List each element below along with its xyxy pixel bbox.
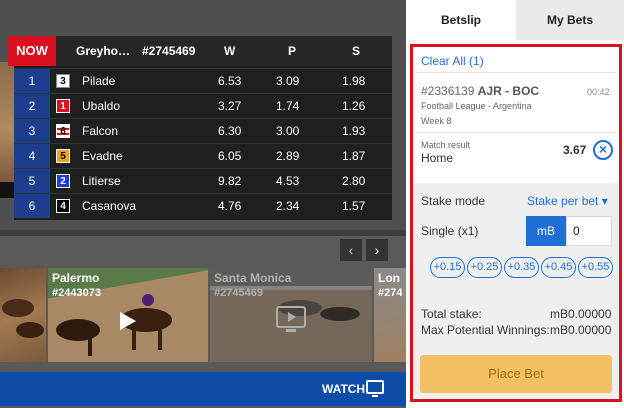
betslip-tabs: Betslip My Bets bbox=[406, 0, 624, 40]
col-win-header: W bbox=[224, 44, 236, 58]
now-badge: NOW bbox=[8, 36, 56, 66]
betslip-panel: Betslip My Bets Clear All (1) #2336139 A… bbox=[406, 0, 624, 408]
show-odds[interactable]: 1.57 bbox=[342, 199, 365, 213]
horse-race-thumbnail bbox=[2, 299, 44, 338]
stream-id: #2745469 bbox=[214, 287, 263, 299]
place-odds[interactable]: 2.34 bbox=[276, 199, 299, 213]
runner-name: Pilade bbox=[82, 74, 116, 88]
section-divider bbox=[0, 230, 406, 236]
show-odds[interactable]: 1.98 bbox=[342, 74, 365, 88]
highlight-frame bbox=[410, 44, 622, 402]
place-odds[interactable]: 2.89 bbox=[276, 149, 299, 163]
runner-name: Casanova bbox=[82, 199, 137, 213]
stream-title: Palermo bbox=[52, 271, 100, 285]
race-id: #2745469 bbox=[142, 44, 196, 58]
prev-arrow-button[interactable]: ‹ bbox=[340, 239, 362, 261]
stream-id: #274 bbox=[378, 287, 403, 299]
col-place-header: P bbox=[288, 44, 297, 58]
stream-tile-santa-monica[interactable]: Santa Monica #2745469 bbox=[210, 268, 372, 362]
runner-name: Evadne bbox=[82, 149, 123, 163]
race-odds-table: NOW Greyho… #2745469 W P S 1 3 Pilade 6.… bbox=[8, 36, 392, 220]
win-odds[interactable]: 3.27 bbox=[218, 99, 241, 113]
runner-number: 6 bbox=[14, 194, 50, 218]
runner-number: 1 bbox=[14, 69, 50, 93]
win-odds[interactable]: 6.30 bbox=[218, 124, 241, 138]
runner-row[interactable]: 4 5 Evadne 6.05 2.89 1.87 bbox=[14, 143, 392, 168]
place-odds[interactable]: 1.74 bbox=[276, 99, 299, 113]
win-odds[interactable]: 9.82 bbox=[218, 174, 241, 188]
win-odds[interactable]: 6.53 bbox=[218, 74, 241, 88]
race-table-header: NOW Greyho… #2745469 W P S bbox=[8, 36, 392, 66]
live-video-edge bbox=[0, 62, 14, 198]
runner-row[interactable]: 2 1 Ubaldo 3.27 1.74 1.26 bbox=[14, 93, 392, 118]
trap-badge: 5 bbox=[56, 149, 70, 163]
video-overlay-strip bbox=[0, 182, 14, 198]
stream-tile-lon[interactable]: Lon #274 bbox=[374, 268, 406, 362]
trap-badge: 1 bbox=[56, 99, 70, 113]
runner-number: 2 bbox=[14, 94, 50, 118]
play-icon[interactable] bbox=[118, 310, 138, 332]
runner-number: 4 bbox=[14, 144, 50, 168]
trap-badge: 6 bbox=[56, 124, 70, 138]
stream-title: Santa Monica bbox=[214, 271, 292, 285]
runner-row[interactable]: 3 6 Falcon 6.30 3.00 1.93 bbox=[14, 118, 392, 143]
show-odds[interactable]: 2.80 bbox=[342, 174, 365, 188]
show-odds[interactable]: 1.26 bbox=[342, 99, 365, 113]
runner-name: Litierse bbox=[82, 174, 121, 188]
monitor-icon bbox=[366, 380, 384, 397]
race-title: Greyho… bbox=[76, 44, 131, 58]
win-odds[interactable]: 6.05 bbox=[218, 149, 241, 163]
video-icon bbox=[276, 306, 306, 332]
watch-bar[interactable]: WATCH bbox=[0, 372, 406, 406]
show-odds[interactable]: 1.93 bbox=[342, 124, 365, 138]
place-odds[interactable]: 3.00 bbox=[276, 124, 299, 138]
runner-row[interactable]: 5 2 Litierse 9.82 4.53 2.80 bbox=[14, 168, 392, 193]
watch-label: WATCH bbox=[322, 382, 366, 396]
stream-tile[interactable] bbox=[0, 268, 46, 362]
runner-name: Falcon bbox=[82, 124, 119, 138]
runner-name: Ubaldo bbox=[82, 99, 121, 113]
trap-badge: 4 bbox=[56, 199, 70, 213]
win-odds[interactable]: 4.76 bbox=[218, 199, 241, 213]
place-odds[interactable]: 4.53 bbox=[276, 174, 299, 188]
stream-tile-palermo[interactable]: Palermo #2443073 bbox=[48, 268, 208, 362]
runner-row[interactable]: 1 3 Pilade 6.53 3.09 1.98 bbox=[14, 68, 392, 93]
runner-row[interactable]: 6 4 Casanova 4.76 2.34 1.57 bbox=[14, 193, 392, 218]
col-show-header: S bbox=[352, 44, 361, 58]
trap-badge: 2 bbox=[56, 174, 70, 188]
stream-carousel: Palermo #2443073 Santa Monica #2745469 L… bbox=[0, 268, 406, 362]
place-odds[interactable]: 3.09 bbox=[276, 74, 299, 88]
runner-number: 5 bbox=[14, 169, 50, 193]
tab-betslip[interactable]: Betslip bbox=[406, 0, 516, 40]
next-arrow-button[interactable]: › bbox=[366, 239, 388, 261]
race-area: NOW Greyho… #2745469 W P S 1 3 Pilade 6.… bbox=[0, 0, 406, 408]
trap-badge: 3 bbox=[56, 74, 70, 88]
tab-my-bets[interactable]: My Bets bbox=[516, 0, 624, 40]
stream-title: Lon bbox=[378, 271, 400, 285]
show-odds[interactable]: 1.87 bbox=[342, 149, 365, 163]
stream-id: #2443073 bbox=[52, 287, 101, 299]
runner-number: 3 bbox=[14, 119, 50, 143]
